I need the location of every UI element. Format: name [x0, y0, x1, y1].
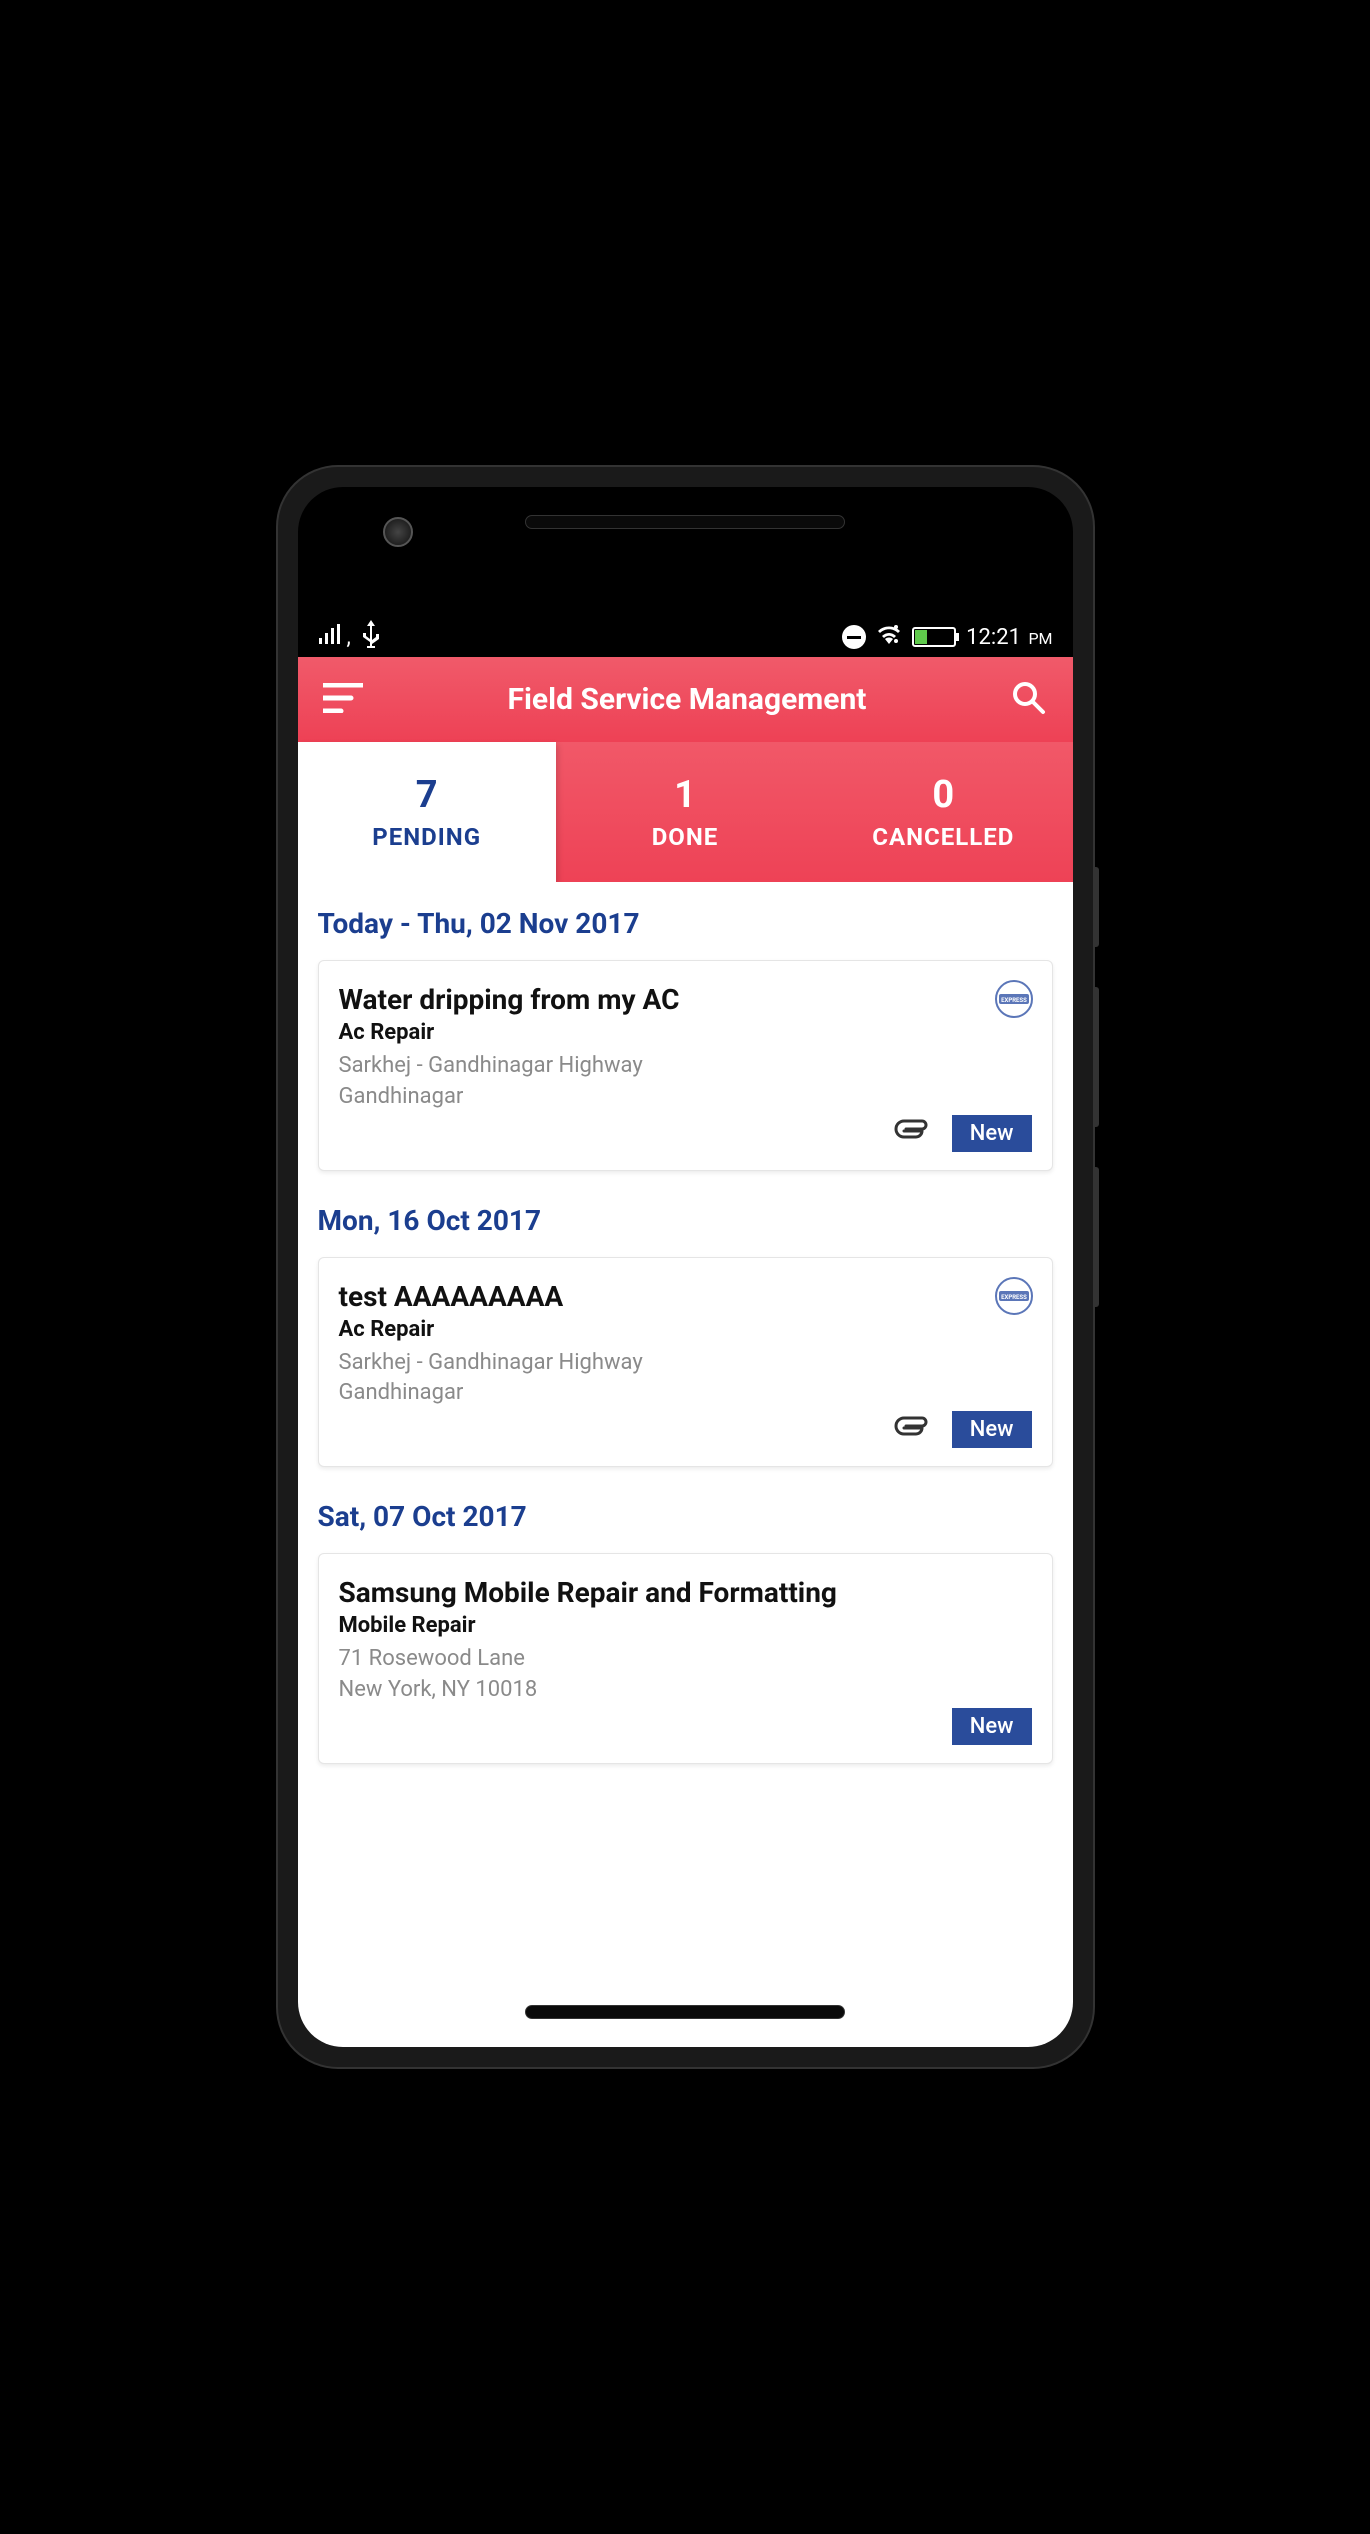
job-card[interactable]: EXPRESS test AAAAAAAAA Ac Repair Sarkhej… — [318, 1257, 1053, 1468]
phone-speaker-top — [525, 515, 845, 529]
status-badge: New — [952, 1708, 1032, 1745]
tab-pending[interactable]: 7 PENDING — [298, 742, 556, 882]
card-address: Sarkhej - Gandhinagar Highway Gandhinaga… — [339, 1051, 1032, 1113]
svg-text:EXPRESS: EXPRESS — [1001, 997, 1027, 1004]
dnd-icon — [842, 625, 866, 649]
job-card[interactable]: Samsung Mobile Repair and Formatting Mob… — [318, 1553, 1053, 1764]
card-address: Sarkhej - Gandhinagar Highway Gandhinaga… — [339, 1348, 1032, 1410]
status-right: 12:21 PM — [842, 624, 1052, 650]
phone-camera — [383, 517, 413, 547]
status-bar: , 12:21 PM — [298, 617, 1073, 657]
card-footer: New — [339, 1708, 1032, 1745]
address-line1: Sarkhej - Gandhinagar Highway — [339, 1051, 1032, 1082]
phone-side-button — [1093, 867, 1099, 947]
card-category: Ac Repair — [339, 1020, 1032, 1045]
content-area[interactable]: Today - Thu, 02 Nov 2017 EXPRESS Water d… — [298, 882, 1073, 2047]
status-time: 12:21 PM — [966, 625, 1052, 650]
status-left: , — [318, 620, 381, 654]
card-category: Mobile Repair — [339, 1613, 1032, 1638]
time-value: 12:21 — [966, 625, 1021, 650]
tab-done[interactable]: 1 DONE — [556, 742, 814, 882]
phone-side-button — [1093, 987, 1099, 1127]
status-badge: New — [952, 1115, 1032, 1152]
card-title: test AAAAAAAAA — [339, 1280, 1032, 1313]
card-footer: New — [339, 1115, 1032, 1152]
tab-count: 1 — [674, 773, 696, 817]
tab-label: CANCELLED — [872, 823, 1014, 851]
wifi-icon — [876, 624, 902, 650]
address-line2: New York, NY 10018 — [339, 1675, 1032, 1706]
attachment-icon[interactable] — [894, 1416, 934, 1444]
job-card[interactable]: EXPRESS Water dripping from my AC Ac Rep… — [318, 960, 1053, 1171]
time-period: PM — [1028, 629, 1052, 648]
tab-label: PENDING — [372, 823, 481, 851]
tab-label: DONE — [652, 823, 719, 851]
battery-icon — [912, 627, 956, 647]
page-title: Field Service Management — [508, 682, 867, 717]
search-icon[interactable] — [1011, 680, 1047, 720]
address-line1: Sarkhej - Gandhinagar Highway — [339, 1348, 1032, 1379]
phone-speaker-bottom — [525, 2005, 845, 2019]
phone-frame: , 12:21 PM Field Service — [278, 467, 1093, 2067]
card-title: Water dripping from my AC — [339, 983, 1032, 1016]
card-address: 71 Rosewood Lane New York, NY 10018 — [339, 1644, 1032, 1706]
date-header: Sat, 07 Oct 2017 — [318, 1475, 1053, 1553]
phone-screen: , 12:21 PM Field Service — [298, 487, 1073, 2047]
express-icon: EXPRESS — [994, 1276, 1034, 1316]
card-title: Samsung Mobile Repair and Formatting — [339, 1576, 1032, 1609]
usb-icon — [361, 620, 381, 654]
tabs: 7 PENDING 1 DONE 0 CANCELLED — [298, 742, 1073, 882]
app-header: Field Service Management — [298, 657, 1073, 742]
tab-count: 7 — [416, 773, 438, 817]
signal-icon — [318, 624, 342, 650]
status-badge: New — [952, 1411, 1032, 1448]
card-category: Ac Repair — [339, 1317, 1032, 1342]
date-header: Mon, 16 Oct 2017 — [318, 1179, 1053, 1257]
address-line1: 71 Rosewood Lane — [339, 1644, 1032, 1675]
tab-count: 0 — [932, 773, 954, 817]
address-line2: Gandhinagar — [339, 1082, 1032, 1113]
address-line2: Gandhinagar — [339, 1378, 1032, 1409]
menu-icon[interactable] — [323, 683, 363, 717]
date-header: Today - Thu, 02 Nov 2017 — [318, 882, 1053, 960]
svg-text:EXPRESS: EXPRESS — [1001, 1294, 1027, 1301]
status-comma: , — [347, 625, 351, 650]
express-icon: EXPRESS — [994, 979, 1034, 1019]
tab-cancelled[interactable]: 0 CANCELLED — [814, 742, 1072, 882]
card-footer: New — [339, 1411, 1032, 1448]
phone-side-button — [1093, 1167, 1099, 1307]
attachment-icon[interactable] — [894, 1119, 934, 1147]
